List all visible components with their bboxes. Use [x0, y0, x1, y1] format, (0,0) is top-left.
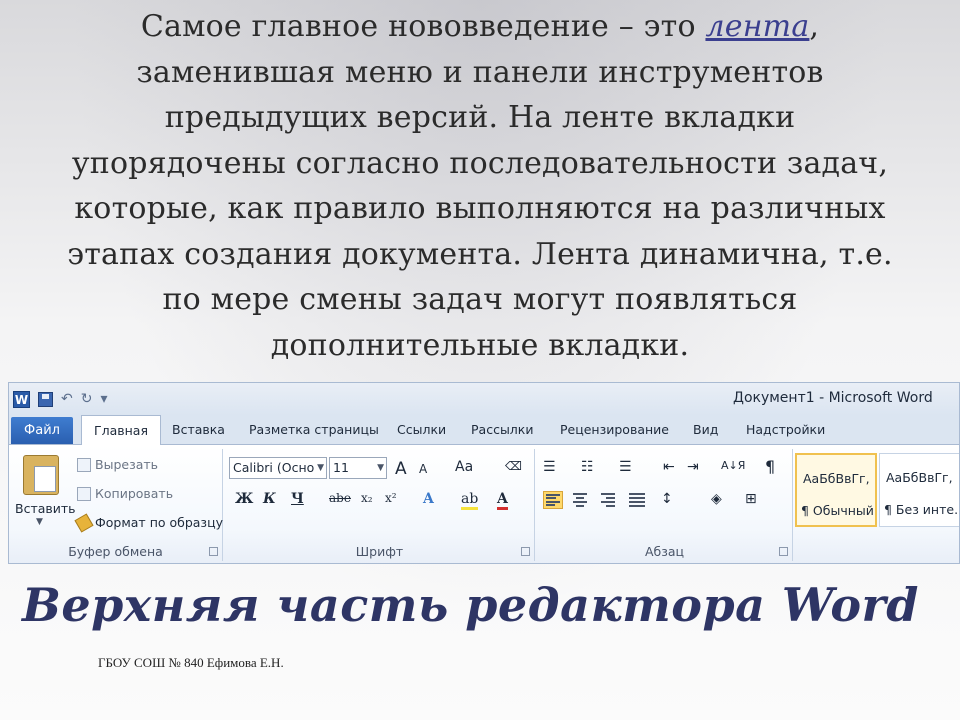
paintbrush-icon: [74, 512, 94, 533]
intro-line-text: ,: [809, 9, 820, 44]
slide-caption: Верхняя часть редактора Word: [22, 578, 919, 632]
group-label: Абзац: [644, 544, 685, 559]
style-normal[interactable]: АаБбВвГг, ¶ Обычный: [795, 453, 877, 527]
window-title: Документ1 - Microsoft Word: [733, 390, 933, 406]
tab-view[interactable]: Вид: [693, 422, 718, 437]
copy-button[interactable]: Копировать: [77, 486, 173, 501]
ribbon-link[interactable]: лента: [705, 9, 809, 44]
paste-button[interactable]: Вставить: [15, 501, 76, 516]
cut-button[interactable]: Вырезать: [77, 457, 158, 472]
copy-icon: [77, 486, 91, 501]
numbering-icon[interactable]: ☷: [581, 459, 594, 475]
dialog-launcher-icon[interactable]: [779, 547, 788, 556]
grow-font-button[interactable]: A: [395, 459, 407, 479]
chevron-down-icon: ▼: [317, 463, 324, 473]
tab-mailings[interactable]: Рассылки: [471, 422, 533, 437]
tab-insert[interactable]: Вставка: [172, 422, 225, 437]
copy-label: Копировать: [95, 486, 174, 501]
dialog-launcher-icon[interactable]: [521, 547, 530, 556]
intro-line: упорядочены согласно последовательности …: [71, 145, 889, 181]
tab-review[interactable]: Рецензирование: [560, 422, 669, 437]
font-group: Calibri (Осно ▼ 11 ▼ A A Aa ⌫ Ж К Ч abe x₂…: [225, 449, 535, 561]
word-window-screenshot: W ↶ ↻ ▾ Документ1 - Microsoft Word Файл …: [8, 382, 960, 564]
group-label: Шрифт: [355, 544, 404, 559]
bullets-icon[interactable]: ☰: [543, 459, 556, 475]
justify-button[interactable]: [627, 491, 647, 509]
font-size-value: 11: [333, 460, 349, 475]
intro-line: Самое главное нововведение – это лента,: [20, 4, 940, 50]
save-icon[interactable]: [38, 391, 53, 407]
paragraph-group: ☰ ☷ ☰ ⇤ ⇥ А↓Я ¶ ↕ ◈ ⊞ Абзац: [537, 449, 793, 561]
ribbon: Вставить ▼ Вырезать Копировать Формат по…: [9, 445, 960, 563]
intro-line: предыдущих версий. На ленте вкладки: [164, 100, 796, 135]
redo-icon[interactable]: ↻: [81, 391, 93, 407]
highlight-color-icon[interactable]: ab: [461, 491, 479, 510]
ribbon-tabs: Файл Главная Вставка Разметка страницы С…: [9, 415, 959, 446]
shrink-font-button[interactable]: A: [419, 462, 427, 476]
intro-line-text: Самое главное нововведение – это: [140, 9, 706, 44]
slide-footer: ГБОУ СОШ № 840 Ефимова Е.Н.: [98, 655, 284, 670]
multilevel-list-icon[interactable]: ☰: [619, 459, 632, 475]
group-label: Буфер обмена: [68, 544, 163, 559]
subscript-button[interactable]: x₂: [361, 491, 373, 505]
style-name: ¶ Без инте...: [884, 502, 960, 517]
intro-line: этапах создания документа. Лента динамич…: [67, 236, 893, 272]
intro-line: по мере смены задач могут появляться: [162, 282, 798, 317]
font-color-icon[interactable]: A: [497, 491, 508, 510]
decrease-indent-icon[interactable]: ⇤: [663, 459, 675, 475]
dialog-launcher-icon[interactable]: [209, 547, 218, 556]
align-center-button[interactable]: [571, 491, 591, 509]
clipboard-group: Вставить ▼ Вырезать Копировать Формат по…: [9, 449, 223, 561]
intro-line: которые, как правило выполняются на разл…: [74, 191, 886, 226]
cut-label: Вырезать: [95, 457, 159, 472]
paste-icon[interactable]: [23, 455, 59, 495]
chevron-down-icon: ▼: [377, 463, 384, 473]
font-size-select[interactable]: 11 ▼: [329, 457, 387, 479]
tab-file[interactable]: Файл: [11, 417, 73, 444]
tab-home[interactable]: Главная: [81, 415, 161, 446]
sort-button[interactable]: А↓Я: [721, 459, 745, 472]
tab-references[interactable]: Ссылки: [397, 422, 446, 437]
bold-button[interactable]: Ж: [235, 491, 253, 507]
italic-button[interactable]: К: [263, 491, 276, 507]
intro-text: Самое главное нововведение – это лента, …: [20, 4, 940, 368]
scissors-icon: [77, 457, 91, 472]
intro-line: дополнительные вкладки.: [270, 327, 690, 363]
style-no-spacing[interactable]: АаБбВвГг, ¶ Без инте...: [879, 453, 960, 527]
show-marks-button[interactable]: ¶: [765, 457, 775, 476]
format-painter-label: Формат по образцу: [95, 515, 223, 530]
borders-icon[interactable]: ⊞: [745, 491, 757, 507]
text-effects-icon[interactable]: A: [423, 491, 434, 507]
align-right-button[interactable]: [599, 491, 619, 509]
tab-add-ins[interactable]: Надстройки: [746, 422, 825, 437]
word-app-icon[interactable]: W: [13, 390, 30, 408]
align-left-button[interactable]: [543, 491, 563, 509]
style-sample: АаБбВвГг,: [886, 470, 953, 485]
superscript-button[interactable]: x²: [385, 491, 397, 505]
underline-button[interactable]: Ч: [291, 491, 304, 507]
quick-access-toolbar: W ↶ ↻ ▾: [13, 389, 108, 409]
customize-qat-icon[interactable]: ▾: [100, 391, 107, 407]
line-spacing-icon[interactable]: ↕: [661, 491, 673, 507]
title-bar: W ↶ ↻ ▾ Документ1 - Microsoft Word: [9, 383, 959, 415]
shading-icon[interactable]: ◈: [711, 491, 722, 507]
style-sample: АаБбВвГг,: [803, 471, 870, 486]
format-painter-button[interactable]: Формат по образцу: [74, 512, 223, 533]
tab-page-layout[interactable]: Разметка страницы: [249, 422, 379, 437]
change-case-button[interactable]: Aa: [455, 459, 473, 475]
font-name-value: Calibri (Осно: [233, 460, 315, 475]
increase-indent-icon[interactable]: ⇥: [687, 459, 699, 475]
font-name-select[interactable]: Calibri (Осно ▼: [229, 457, 327, 479]
chevron-down-icon[interactable]: ▼: [36, 517, 43, 527]
intro-line: заменившая меню и панели инструментов: [136, 54, 824, 90]
undo-icon[interactable]: ↶: [61, 391, 73, 407]
strikethrough-button[interactable]: abe: [329, 491, 351, 505]
clear-formatting-icon[interactable]: ⌫: [505, 459, 522, 473]
style-name: ¶ Обычный: [801, 503, 874, 518]
